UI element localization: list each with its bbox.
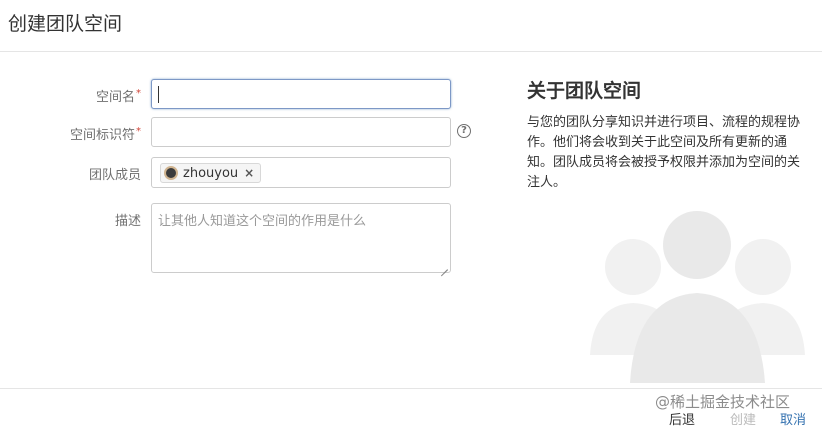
- description-label: 描述: [114, 214, 141, 229]
- resize-handle-icon[interactable]: [440, 262, 448, 270]
- remove-member-icon[interactable]: ×: [244, 166, 254, 180]
- dialog-title: 创建团队空间: [8, 13, 123, 35]
- space-key-label: 空间标识符*: [4, 124, 141, 143]
- text-caret: [158, 86, 159, 103]
- description-textarea[interactable]: 让其他人知道这个空间的作用是什么: [151, 203, 451, 273]
- create-button[interactable]: 创建: [730, 409, 756, 428]
- team-people-icon: [590, 211, 805, 383]
- space-key-input[interactable]: [151, 117, 451, 147]
- space-key-label-text: 空间标识符: [69, 128, 135, 143]
- about-title: 关于团队空间: [527, 80, 642, 102]
- member-chip: zhouyou ×: [160, 163, 262, 183]
- question-circle-icon[interactable]: ?: [457, 124, 471, 138]
- space-name-input[interactable]: [151, 79, 451, 109]
- back-button[interactable]: 后退: [669, 409, 695, 428]
- member-name: zhouyou: [183, 165, 239, 181]
- required-mark: *: [136, 88, 141, 99]
- avatar: [164, 166, 178, 180]
- description-placeholder: 让其他人知道这个空间的作用是什么: [158, 214, 367, 229]
- space-name-label: 空间名*: [4, 86, 141, 105]
- members-label: 团队成员: [88, 168, 141, 183]
- about-description: 与您的团队分享知识并进行项目、流程的规程协作。他们将会收到关于此空间及所有更新的…: [527, 115, 801, 190]
- members-picker[interactable]: zhouyou ×: [151, 157, 451, 188]
- dialog-footer: @稀土掘金技术社区 后退 创建 取消: [0, 388, 822, 428]
- required-mark: *: [136, 126, 141, 137]
- dialog-header: 创建团队空间: [0, 0, 822, 52]
- space-name-label-text: 空间名: [95, 90, 135, 105]
- cancel-link[interactable]: 取消: [780, 409, 806, 428]
